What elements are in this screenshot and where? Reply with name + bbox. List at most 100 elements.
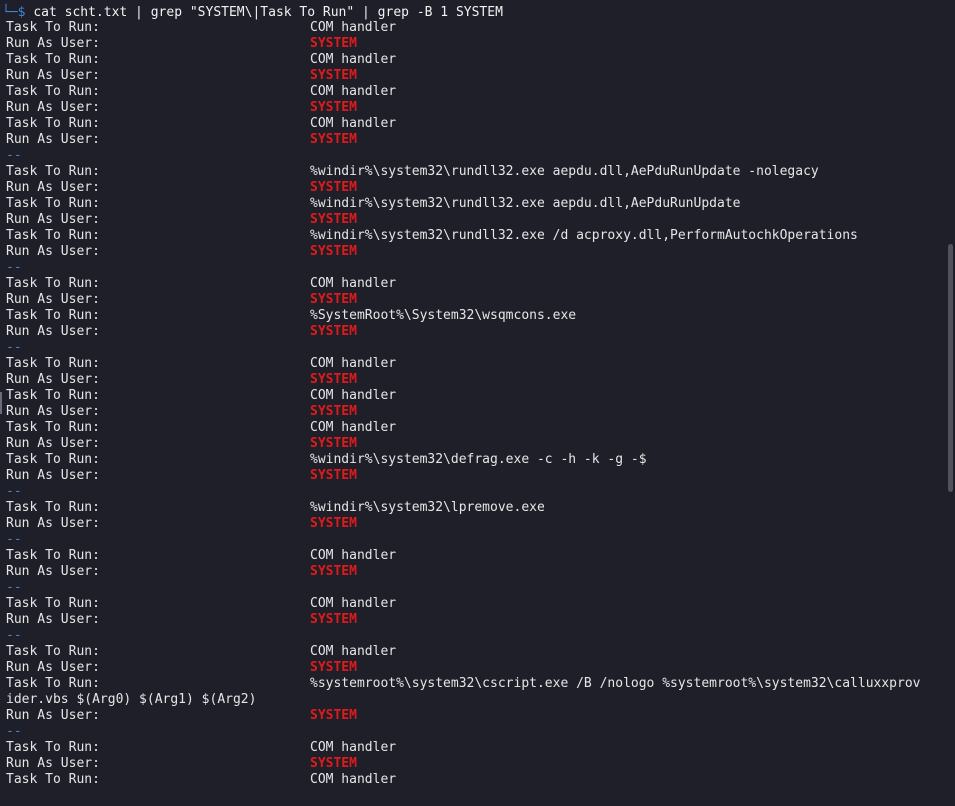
field-label: Task To Run: [6,20,100,35]
field-label: Run As User: [6,708,100,723]
field-label: Run As User: [6,324,100,339]
run-as-user-value: SYSTEM [310,404,357,419]
group-separator: -- [6,628,22,643]
left-edge-marker [0,392,2,414]
output-line: Run As User: SYSTEM [6,756,357,772]
field-label: Run As User: [6,132,100,147]
task-value: %systemroot%\system32\cscript.exe /B /no… [310,676,921,691]
run-as-user-value: SYSTEM [310,756,357,771]
field-label: Run As User: [6,564,100,579]
output-line: Run As User: SYSTEM [6,244,357,260]
run-as-user-value: SYSTEM [310,516,357,531]
task-value: COM handler [310,356,397,371]
run-as-user-value: SYSTEM [310,436,357,451]
output-line: Task To Run: COM handler [6,116,396,132]
group-separator: -- [6,260,22,275]
output-line: Task To Run: %systemroot%\system32\cscrip… [6,676,920,692]
field-label: Run As User: [6,404,100,419]
run-as-user-value: SYSTEM [310,324,357,339]
task-value: %windir%\system32\defrag.exe -c -h -k -g… [310,452,647,467]
field-label: Run As User: [6,516,100,531]
field-label: Task To Run: [6,596,100,611]
field-label: Task To Run: [6,772,100,787]
field-label: Task To Run: [6,228,100,243]
run-as-user-value: SYSTEM [310,36,357,51]
task-value: %windir%\system32\rundll32.exe aepdu.dll… [310,164,819,179]
output-line: Run As User: SYSTEM [6,324,357,340]
run-as-user-value: SYSTEM [310,244,357,259]
output-line: Task To Run: COM handler [6,772,396,788]
field-label: Run As User: [6,180,100,195]
field-label: Run As User: [6,212,100,227]
run-as-user-value: SYSTEM [310,708,357,723]
field-label: Task To Run: [6,84,100,99]
output-line: Task To Run: %windir%\system32\lpremove.e… [6,500,545,516]
output-line: Run As User: SYSTEM [6,436,357,452]
run-as-user-value: SYSTEM [310,612,357,627]
field-label: Task To Run: [6,452,100,467]
field-label: Run As User: [6,372,100,387]
field-label: Run As User: [6,100,100,115]
vertical-scrollbar[interactable] [948,244,953,492]
command-text: cat scht.txt | grep "SYSTEM\|Task To Run… [33,5,503,20]
prompt-corner: └─ [2,5,18,20]
field-label: Run As User: [6,36,100,51]
field-label: Task To Run: [6,548,100,563]
output-line: Task To Run: COM handler [6,356,396,372]
output-line: Task To Run: COM handler [6,388,396,404]
run-as-user-value: SYSTEM [310,132,357,147]
output-line: Run As User: SYSTEM [6,100,357,116]
group-separator: -- [6,148,22,163]
run-as-user-value: SYSTEM [310,100,357,115]
task-value: COM handler [310,772,397,787]
field-label: Task To Run: [6,644,100,659]
output-line: Task To Run: COM handler [6,596,396,612]
output-line: Run As User: SYSTEM [6,180,357,196]
output-line: Task To Run: %windir%\system32\rundll32.e… [6,164,819,180]
field-label: Task To Run: [6,116,100,131]
group-separator: -- [6,484,22,499]
output-line: Run As User: SYSTEM [6,708,357,724]
task-value: COM handler [310,420,397,435]
output-line: Run As User: SYSTEM [6,68,357,84]
output-line: Task To Run: COM handler [6,548,396,564]
wrapped-line: ider.vbs $(Arg0) $(Arg1) $(Arg2) [6,692,257,707]
output-line: Run As User: SYSTEM [6,612,357,628]
run-as-user-value: SYSTEM [310,468,357,483]
run-as-user-value: SYSTEM [310,212,357,227]
field-label: Task To Run: [6,740,100,755]
run-as-user-value: SYSTEM [310,660,357,675]
output-line: Task To Run: COM handler [6,644,396,660]
terminal-window[interactable]: └─$ cat scht.txt | grep "SYSTEM\|Task To… [0,0,955,806]
output-line: Run As User: SYSTEM [6,468,357,484]
run-as-user-value: SYSTEM [310,564,357,579]
task-value: COM handler [310,276,397,291]
run-as-user-value: SYSTEM [310,292,357,307]
output-line: Run As User: SYSTEM [6,516,357,532]
output-line: Task To Run: %windir%\system32\rundll32.e… [6,228,858,244]
field-label: Run As User: [6,292,100,307]
field-label: Task To Run: [6,500,100,515]
task-value: COM handler [310,20,397,35]
field-label: Task To Run: [6,420,100,435]
run-as-user-value: SYSTEM [310,68,357,83]
field-label: Run As User: [6,660,100,675]
task-value: %SystemRoot%\System32\wsqmcons.exe [310,308,577,323]
output-line: Task To Run: %windir%\system32\defrag.exe… [6,452,647,468]
output-line: Run As User: SYSTEM [6,660,357,676]
field-label: Task To Run: [6,164,100,179]
task-value: COM handler [310,644,397,659]
task-value: %windir%\system32\lpremove.exe [310,500,545,515]
output-line: Run As User: SYSTEM [6,404,357,420]
field-label: Run As User: [6,756,100,771]
task-value: COM handler [310,740,397,755]
output-line: Task To Run: %windir%\system32\rundll32.e… [6,196,740,212]
output-line: Task To Run: COM handler [6,52,396,68]
field-label: Task To Run: [6,356,100,371]
output-line: Run As User: SYSTEM [6,564,357,580]
group-separator: -- [6,724,22,739]
field-label: Run As User: [6,612,100,627]
field-label: Run As User: [6,436,100,451]
output-line: Run As User: SYSTEM [6,372,357,388]
output-line: Run As User: SYSTEM [6,36,357,52]
